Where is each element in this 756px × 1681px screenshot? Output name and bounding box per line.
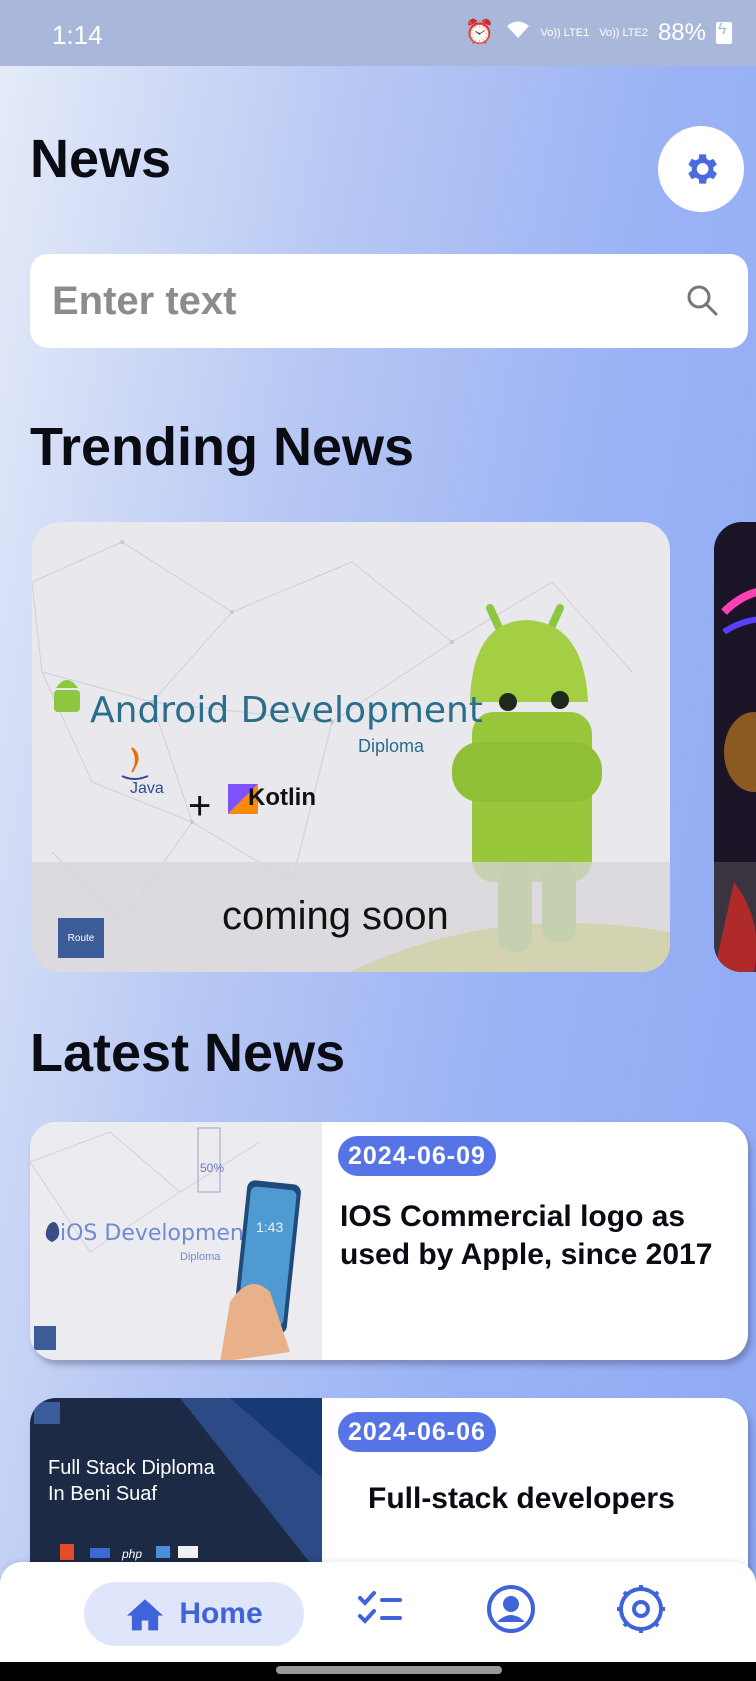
news-date: 2024-06-06 <box>338 1412 496 1452</box>
home-gesture-handle[interactable] <box>276 1666 502 1674</box>
news-headline: IOS Commercial logo as used by Apple, si… <box>340 1200 713 1271</box>
news-headline: Full-stack developers <box>368 1482 675 1515</box>
news-card[interactable]: 50% iOS Development Diploma 1:43 2024-06… <box>30 1122 748 1360</box>
route-logo: Route <box>58 918 104 958</box>
kotlin-label: Kotlin <box>248 784 316 811</box>
settings-icon <box>617 1585 665 1633</box>
nav-settings-tab[interactable] <box>614 1582 668 1641</box>
thumb-clock: 1:43 <box>256 1219 283 1235</box>
status-icons: ⏰ Vo)) LTE1 Vo)) LTE2 88% <box>465 18 732 47</box>
trending-card-next-image <box>714 588 756 972</box>
battery-level: 88% <box>657 18 706 46</box>
thumb-line-1: Full Stack Diploma <box>48 1457 216 1479</box>
settings-button[interactable] <box>658 126 744 212</box>
bottom-navigation: Home <box>0 1562 756 1662</box>
battery-icon <box>716 21 732 44</box>
search-icon[interactable] <box>684 282 720 323</box>
system-navigation-bar <box>0 1662 756 1681</box>
trending-card-next[interactable] <box>714 522 756 972</box>
latest-section-title: Latest News <box>30 1023 346 1083</box>
search-bar[interactable] <box>30 254 748 348</box>
trend-brand: Android Development <box>90 690 483 731</box>
php-logo: php <box>121 1547 142 1561</box>
status-time: 1:14 <box>52 20 103 50</box>
news-screen: 1:14 ⏰ Vo)) LTE1 Vo)) LTE2 88% News Tren… <box>0 0 756 1681</box>
trending-section-title: Trending News <box>30 417 415 477</box>
news-thumbnail: 50% iOS Development Diploma 1:43 <box>30 1122 322 1360</box>
wifi-icon <box>505 19 531 47</box>
trend-caption: coming soon <box>222 894 449 938</box>
trend-brand-sub: Diploma <box>358 736 425 756</box>
trending-card[interactable]: Android Development Diploma Java + Kotli… <box>32 522 670 972</box>
page-title: News <box>30 129 172 189</box>
news-date: 2024-06-09 <box>338 1136 496 1176</box>
thumb-line-2: In Beni Suaf <box>48 1483 157 1505</box>
nav-home-label: Home <box>179 1597 263 1630</box>
search-input[interactable] <box>52 266 652 336</box>
status-bar: 1:14 ⏰ Vo)) LTE1 Vo)) LTE2 88% <box>0 0 756 66</box>
java-logo <box>121 747 149 780</box>
sim1-signal-icon: Vo)) LTE1 <box>540 26 590 39</box>
nav-profile-tab[interactable] <box>486 1584 536 1639</box>
nav-tasks-tab[interactable] <box>356 1588 404 1633</box>
checklist-icon <box>358 1591 402 1624</box>
java-label: Java <box>130 780 164 797</box>
android-logo-small <box>54 680 80 712</box>
home-icon <box>127 1599 164 1631</box>
thumb-subtitle: Diploma <box>180 1251 221 1263</box>
alarm-icon: ⏰ <box>464 19 495 46</box>
profile-icon <box>487 1585 535 1633</box>
gear-icon <box>688 154 717 184</box>
plus-sign: + <box>188 784 212 828</box>
sim2-signal-icon: Vo)) LTE2 <box>599 26 648 39</box>
thumb-badge: 50% <box>200 1161 224 1175</box>
nav-home-tab[interactable]: Home <box>84 1582 304 1646</box>
thumb-title: iOS Development <box>60 1221 253 1246</box>
